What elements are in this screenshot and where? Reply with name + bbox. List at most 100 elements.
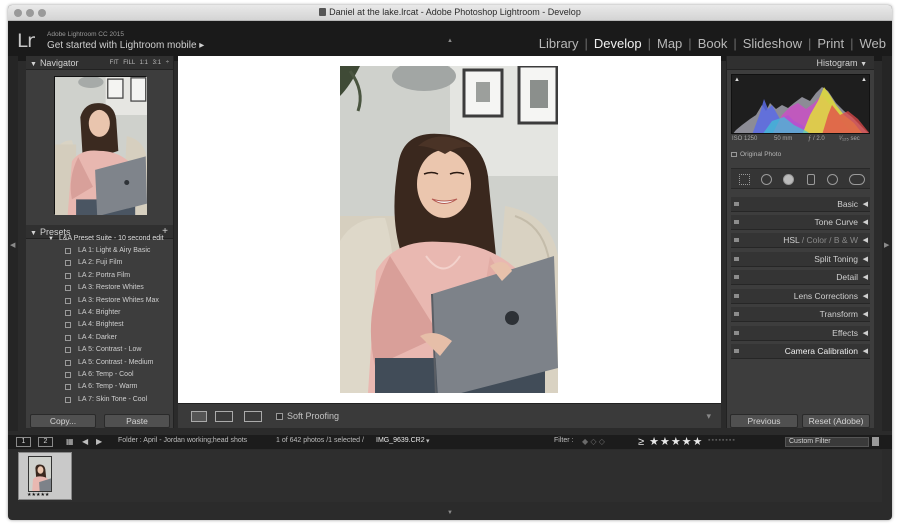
page-1-button[interactable]: 1 [16,437,31,447]
triangle-left-icon: ◀ [862,219,868,226]
triangle-left-icon: ◀ [862,311,868,318]
reset-button[interactable]: Reset (Adobe) [802,414,870,428]
current-filename[interactable]: IMG_9639.CR2 [376,437,425,444]
crop-tool-icon[interactable] [739,174,750,185]
before-after-yy-icon[interactable] [244,411,262,422]
page-2-button[interactable]: 2 [38,437,53,447]
highlight-clipping-icon[interactable]: ▲ [861,77,867,83]
folder-path[interactable]: Folder : April - Jordan working;head sho… [118,437,247,444]
panel-switch-icon[interactable] [734,220,739,224]
preset-item[interactable]: LA 7: Skin Tone - Cool [26,394,173,406]
section-detail[interactable]: Detail ◀ [731,270,870,285]
module-slideshow[interactable]: Slideshow [743,36,802,51]
panel-switch-icon[interactable] [734,238,739,242]
filter-lock-icon[interactable] [872,437,879,446]
histogram-graph[interactable]: ▲ ▲ [731,74,870,134]
preset-label: LA 6: Temp - Cool [78,370,134,378]
image-canvas[interactable] [178,56,721,403]
histogram-header[interactable]: Histogram ▼ [727,56,874,70]
preset-icon [65,322,71,329]
custom-filter-select[interactable]: Custom Filter [785,437,869,447]
preset-item[interactable]: LA 3: Restore Whites Max [26,295,173,307]
section-basic[interactable]: Basic ◀ [731,197,870,212]
forward-arrow-icon[interactable]: ▶ [96,437,102,446]
thumbnail-image [28,456,52,492]
section-camera-calibration[interactable]: Camera Calibration ◀ [731,344,870,359]
preset-item[interactable]: LA 6: Temp - Warm [26,381,173,393]
module-map[interactable]: Map [657,36,682,51]
graduated-filter-icon[interactable] [807,174,815,185]
panel-switch-icon[interactable] [734,349,739,353]
filmstrip: ★★★★★ [18,450,882,502]
preset-item[interactable]: LA 3: Restore Whites [26,282,173,294]
collapse-top-panel-icon[interactable]: ▲ [447,38,453,44]
collapse-right-panel-icon[interactable]: ▶ [884,241,889,249]
navigator-preview[interactable] [54,76,147,217]
panel-switch-icon[interactable] [734,202,739,206]
section-split-toning[interactable]: Split Toning ◀ [731,252,870,267]
collapse-left-panel-icon[interactable]: ◀ [10,241,15,249]
navigator-zoom-options[interactable]: FIT FILL 1:1 3:1 ÷ [110,56,169,70]
spot-removal-icon[interactable] [761,174,772,185]
preset-icon [65,248,71,254]
toolbar-menu-chevron-icon[interactable]: ▾ [706,411,711,422]
panel-switch-icon[interactable] [734,275,739,279]
soft-proofing-checkbox[interactable] [276,413,283,420]
window-title-text: Daniel at the lake.lrcat - Adobe Photosh… [329,7,581,17]
color-label-filter-icon[interactable]: ▪▪▪▪▪▪▪▪ [708,437,736,444]
section-lens-corrections[interactable]: Lens Corrections ◀ [731,289,870,304]
preset-item[interactable]: LA 4: Brighter [26,307,173,319]
collapse-filmstrip-icon[interactable]: ▼ [447,510,453,516]
module-develop[interactable]: Develop [594,36,642,51]
navigator-header[interactable]: ▼ Navigator FIT FILL 1:1 3:1 ÷ [26,56,173,70]
paste-settings-button[interactable]: Paste [104,414,170,428]
preset-group[interactable]: ▼ L&A Preset Suite - 10 second edit [26,233,173,245]
section-hsl[interactable]: HSL / Color / B & W ◀ [731,233,870,248]
preset-label: LA 6: Temp - Warm [78,383,138,391]
preset-icon [65,396,71,403]
preset-item[interactable]: LA 5: Contrast - Medium [26,357,173,369]
lightroom-logo: Lr [17,30,35,52]
module-book[interactable]: Book [698,36,728,51]
adjustment-brush-icon[interactable] [849,174,865,185]
preset-item[interactable]: LA 2: Fuji Film [26,257,173,269]
preset-label: LA 4: Brighter [78,308,121,316]
module-library[interactable]: Library [539,36,579,51]
preset-item[interactable]: LA 4: Brightest [26,319,173,331]
preset-item[interactable]: LA 5: Contrast - Low [26,344,173,356]
filename-chevron-icon[interactable]: ▾ [426,437,430,445]
preset-item[interactable]: LA 4: Darker [26,332,173,344]
module-web[interactable]: Web [860,36,887,51]
preset-item[interactable]: LA 6: Temp - Cool [26,369,173,381]
panel-switch-icon[interactable] [734,312,739,316]
left-panel-toggle-strip[interactable]: ◀ [8,56,18,431]
loupe-view-icon[interactable] [191,411,207,422]
module-print[interactable]: Print [817,36,844,51]
shadow-clipping-icon[interactable]: ▲ [734,77,740,83]
before-after-icon[interactable] [215,411,233,422]
flag-filter-icon[interactable]: ◆ ◇ ◇ [582,437,605,446]
back-arrow-icon[interactable]: ◀ [82,437,88,446]
preset-item[interactable]: LA 1: Light & Airy Basic [26,245,173,257]
main-photo[interactable] [340,66,558,393]
filmstrip-bar: 1 2 ▦ ◀ ▶ Folder : April - Jordan workin… [8,435,892,449]
radial-filter-icon[interactable] [827,174,838,185]
previous-button[interactable]: Previous [730,414,798,428]
preset-item[interactable]: LA 2: Portra Film [26,270,173,282]
original-photo-toggle[interactable]: Original Photo [731,151,781,158]
section-effects[interactable]: Effects ◀ [731,326,870,341]
right-panel-toggle-strip[interactable]: ▶ [882,56,892,431]
photo-count: 1 of 642 photos /1 selected / [276,437,364,444]
section-transform[interactable]: Transform ◀ [731,307,870,322]
filmstrip-thumbnail[interactable]: ★★★★★ [18,452,72,500]
lightroom-mobile-link[interactable]: Get started with Lightroom mobile ▸ [47,40,204,51]
panel-switch-icon[interactable] [734,257,739,261]
grid-view-icon[interactable]: ▦ [66,437,74,446]
preset-label: LA 5: Contrast - Low [78,346,142,354]
section-tone-curve[interactable]: Tone Curve ◀ [731,215,870,230]
panel-switch-icon[interactable] [734,331,739,335]
copy-settings-button[interactable]: Copy... [30,414,96,428]
panel-switch-icon[interactable] [734,294,739,298]
red-eye-icon[interactable] [783,174,794,185]
rating-filter[interactable]: ≥ ★★★★★ [638,435,703,448]
